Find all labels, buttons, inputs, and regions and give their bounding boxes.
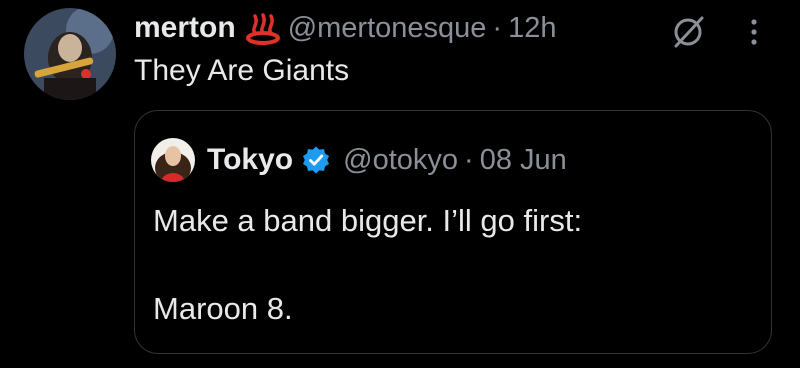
author-handle[interactable]: @mertonesque bbox=[288, 12, 487, 45]
author-display-name[interactable]: merton bbox=[134, 11, 236, 45]
meta-separator: · bbox=[492, 11, 503, 44]
quoted-text-line: Make a band bigger. I’ll go first: bbox=[153, 203, 583, 238]
post-timestamp[interactable]: 12h bbox=[508, 12, 556, 45]
quoted-tweet-header: Tokyo @otokyo · 08 Jun bbox=[151, 137, 567, 183]
quoted-author-handle[interactable]: @otokyo bbox=[343, 144, 458, 177]
grok-icon[interactable] bbox=[670, 14, 706, 50]
quoted-tweet[interactable]: Tokyo @otokyo · 08 Jun Make a band bigge… bbox=[134, 110, 772, 354]
more-vertical-icon[interactable] bbox=[740, 14, 768, 50]
hot-springs-emoji-icon bbox=[245, 11, 280, 45]
quoted-timestamp[interactable]: 08 Jun bbox=[480, 144, 567, 177]
quoted-author-display-name[interactable]: Tokyo bbox=[207, 143, 293, 177]
tweet-header: merton @mertonesque · 12h bbox=[134, 6, 556, 50]
verified-badge-icon bbox=[301, 145, 331, 175]
author-avatar[interactable] bbox=[24, 8, 116, 100]
quoted-author-avatar[interactable] bbox=[151, 138, 195, 182]
quoted-meta-separator: · bbox=[464, 143, 474, 176]
quoted-text-line: Maroon 8. bbox=[153, 291, 293, 326]
tweet[interactable]: merton @mertonesque · 12h They Are Giant… bbox=[0, 0, 800, 368]
tweet-text: They Are Giants bbox=[134, 54, 350, 87]
